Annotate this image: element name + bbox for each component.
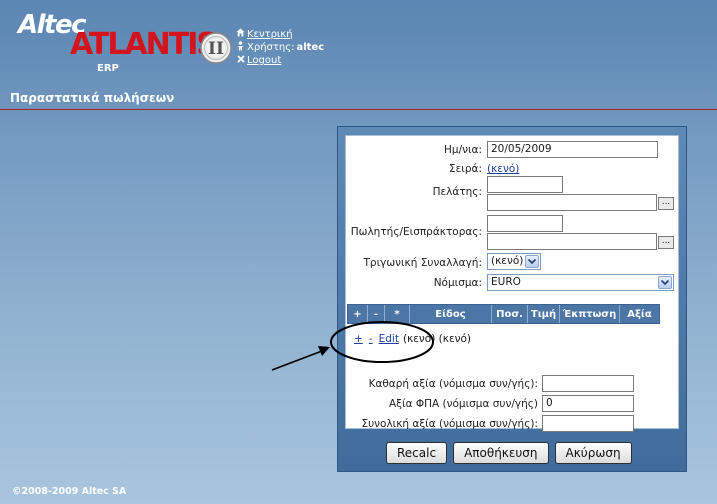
currency-label: Νόμισμα: [433, 277, 482, 289]
recalc-button[interactable]: Recalc [386, 442, 448, 464]
page-title: Παραστατικά πωλήσεων [10, 91, 175, 105]
sales-document-form-panel: Ημ/νια: 20/05/2009 Σειρά: (κενό) Πελάτης… [337, 126, 687, 472]
seller-label: Πωλητής/Εισπράκτορας: [350, 226, 482, 238]
vat-value-input[interactable]: 0 [542, 395, 634, 412]
footer-copyright: ©2008-2009 Altec SA [12, 486, 127, 497]
vat-value-label: Αξία ΦΠΑ (νόμισμα συν/γής) [388, 398, 538, 410]
grid-col-item: Είδος [410, 305, 492, 323]
grid-col-discount: Έκπτωση [560, 305, 620, 323]
user-value: altec [296, 42, 325, 53]
save-button[interactable]: Αποθήκευση [453, 442, 549, 464]
logout-link-row: Logout [236, 55, 324, 67]
remove-line-link[interactable]: - [369, 333, 373, 345]
seller-code-input[interactable] [487, 215, 563, 232]
sales-document-form: Ημ/νια: 20/05/2009 Σειρά: (κενό) Πελάτης… [345, 135, 679, 432]
top-links: Κεντρική Χρήστης: altec Logout [236, 28, 324, 67]
customer-name-input[interactable] [487, 194, 657, 211]
seller-name-input[interactable] [487, 233, 657, 250]
date-label: Ημ/νια: [444, 144, 482, 156]
home-link-row: Κεντρική [236, 28, 324, 41]
series-link[interactable]: (κενό) [487, 163, 519, 175]
customer-code-input[interactable] [487, 176, 563, 193]
line-item-value: (κενό) (κενό) [402, 333, 472, 345]
currency-selected-value: EURO [491, 276, 521, 288]
home-link[interactable]: Κεντρική [247, 29, 293, 41]
edit-line-link[interactable]: Edit [379, 333, 399, 345]
logo-atlantis-text: ATLANTIS [70, 27, 218, 62]
annotation-arrow-head [318, 346, 330, 356]
net-value-input[interactable] [542, 375, 634, 392]
logo-erp-text: ERP [97, 63, 119, 74]
user-icon [236, 41, 245, 55]
chevron-down-icon [658, 276, 672, 289]
close-icon [236, 55, 245, 67]
header-divider [0, 109, 717, 110]
grid-col-add: + [348, 305, 368, 323]
series-label: Σειρά: [449, 163, 482, 175]
triangular-selected-value: (κενό) [491, 255, 524, 267]
grid-col-qty: Ποσ. [492, 305, 528, 323]
grid-col-value: Αξία [627, 308, 652, 320]
table-row: + - Edit (κενό) (κενό) [354, 333, 471, 345]
grid-col-edit: * [385, 305, 410, 323]
grid-col-remove: - [368, 305, 385, 323]
customer-label: Πελάτης: [432, 186, 482, 198]
logo-roman-text: II [208, 39, 224, 59]
logout-link[interactable]: Logout [247, 55, 281, 67]
total-value-input[interactable] [542, 415, 634, 432]
annotation-arrow-line [271, 350, 323, 371]
altec-atlantis-logo: Altec ATLANTIS ERP II [15, 10, 240, 78]
total-value-label: Συνολική αξία (νόμισμα συν/γής): [361, 418, 538, 430]
currency-select[interactable]: EURO [487, 274, 674, 291]
triangular-label: Τριγωνική Συναλλαγή: [363, 257, 483, 269]
date-input[interactable]: 20/05/2009 [487, 141, 658, 158]
grid-col-price: Τιμή [528, 305, 560, 323]
seller-lookup-button[interactable]: ... [658, 236, 674, 249]
net-value-label: Καθαρή αξία (νόμισμα συν/γής): [368, 378, 538, 390]
cancel-button[interactable]: Ακύρωση [554, 442, 632, 464]
customer-lookup-button[interactable]: ... [658, 197, 674, 210]
items-grid-header: + - * Είδος Ποσ. Τιμή Έκπτωση Αξία [347, 304, 660, 324]
add-line-link[interactable]: + [354, 333, 363, 345]
triangular-select[interactable]: (κενό) [487, 253, 541, 270]
user-row: Χρήστης: altec [236, 41, 324, 55]
chevron-down-icon [525, 255, 539, 268]
home-icon [236, 28, 245, 41]
form-actions: Recalc Αποθήκευση Ακύρωση [386, 442, 632, 464]
user-label: Χρήστης: [247, 42, 295, 53]
logo-roman-badge: II [200, 32, 232, 64]
